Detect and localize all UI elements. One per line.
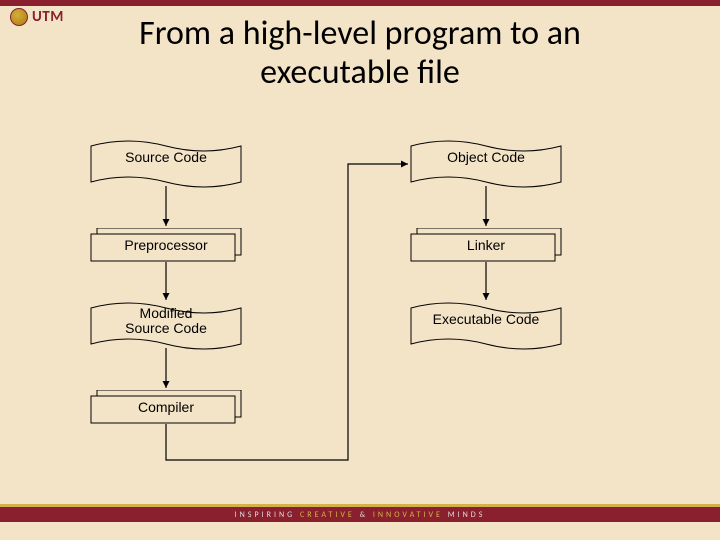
title-line-2: executable file	[260, 52, 460, 93]
node-label: Source Code	[90, 140, 242, 165]
node-compiler: Compiler	[90, 390, 242, 424]
node-label: Compiler	[90, 390, 242, 424]
node-source-code: Source Code	[90, 140, 242, 188]
node-executable-code: Executable Code	[410, 302, 562, 350]
page-title: From a high-level program to an executab…	[0, 14, 720, 92]
node-label: Object Code	[410, 140, 562, 165]
node-label: Linker	[410, 228, 562, 262]
node-modified-source: Modified Source Code	[90, 302, 242, 350]
top-border	[0, 0, 720, 6]
node-linker: Linker	[410, 228, 562, 262]
node-label: Executable Code	[410, 302, 562, 327]
footer-tagline: INSPIRING CREATIVE & INNOVATIVE MINDS	[235, 510, 486, 520]
footer-bar: INSPIRING CREATIVE & INNOVATIVE MINDS	[0, 504, 720, 522]
node-preprocessor: Preprocessor	[90, 228, 242, 262]
node-object-code: Object Code	[410, 140, 562, 188]
title-line-1: From a high-level program to an	[139, 13, 581, 54]
node-label: Modified Source Code	[90, 302, 242, 337]
node-label: Preprocessor	[90, 228, 242, 262]
